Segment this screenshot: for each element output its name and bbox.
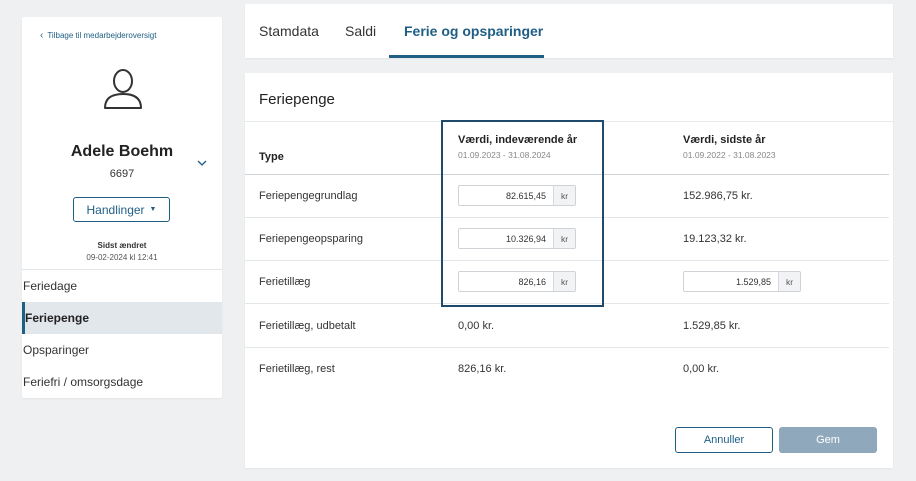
sidebar-item-label: Feriedage [23,279,78,293]
row-label: Ferietillæg, udbetalt [259,320,356,332]
currency-unit: kr [778,272,800,291]
chevron-left-icon: ‹ [40,29,44,41]
tab-bar: Stamdata Saldi Ferie og opsparinger [245,4,893,58]
current-year-highlight [441,120,604,307]
amount-field[interactable] [684,272,778,291]
user-avatar-icon [104,69,142,109]
previous-value: 19.123,32 kr. [683,233,747,245]
employee-number: 6697 [109,168,135,180]
chevron-down-icon[interactable] [196,157,208,169]
previous-value: 152.986,75 kr. [683,190,753,202]
column-header-type: Type [259,151,284,163]
actions-dropdown-button[interactable]: Handlinger ▼ [73,197,170,222]
column-header-previous: Værdi, sidste år [683,134,766,146]
current-value: 826,16 kr. [458,363,507,375]
sidebar-item-label: Feriepenge [25,311,90,325]
back-link-label: Tilbage til medarbejderoversigt [47,31,157,40]
current-value: 0,00 kr. [458,320,495,332]
active-tab-indicator [389,55,544,58]
row-label: Ferietillæg [259,276,311,288]
sidebar-item-opsparinger[interactable]: Opsparinger [22,334,222,366]
employee-name: Adele Boehm [70,143,174,160]
feriepenge-card: Feriepenge Type Værdi, indeværende år 01… [245,73,893,468]
tab-ferie-og-opsparinger[interactable]: Ferie og opsparinger [404,23,543,39]
previous-value: 0,00 kr. [683,363,720,375]
ferietillaeg-previous-input[interactable]: kr [683,271,801,292]
row-label: Ferietillæg, rest [259,363,335,375]
card-title: Feriepenge [259,91,335,108]
tab-saldi[interactable]: Saldi [345,23,376,39]
sidebar-nav: Feriedage Feriepenge Opsparinger Feriefr… [22,269,222,398]
column-period-previous: 01.09.2022 - 31.08.2023 [683,150,776,160]
divider [245,347,889,348]
save-button[interactable]: Gem [779,427,877,453]
sidebar-item-feriefri[interactable]: Feriefri / omsorgsdage [22,366,222,398]
previous-value: 1.529,85 kr. [683,320,741,332]
last-changed-date: 09-02-2024 kl 12:41 [86,253,158,262]
sidebar-item-label: Feriefri / omsorgsdage [23,375,144,389]
back-to-employees-link[interactable]: ‹ Tilbage til medarbejderoversigt [40,29,157,41]
row-label: Feriepengegrundlag [259,190,358,202]
employee-sidebar: ‹ Tilbage til medarbejderoversigt Adele … [22,17,222,398]
row-label: Feriepengeopsparing [259,233,363,245]
last-changed-label: Sidst ændret [97,241,147,250]
cancel-button[interactable]: Annuller [675,427,773,453]
sidebar-item-feriedage[interactable]: Feriedage [22,270,222,302]
tab-stamdata[interactable]: Stamdata [259,23,319,39]
actions-label: Handlinger [86,202,145,217]
caret-down-icon: ▼ [149,206,157,213]
sidebar-item-feriepenge[interactable]: Feriepenge [22,302,222,334]
sidebar-item-label: Opsparinger [23,343,90,357]
